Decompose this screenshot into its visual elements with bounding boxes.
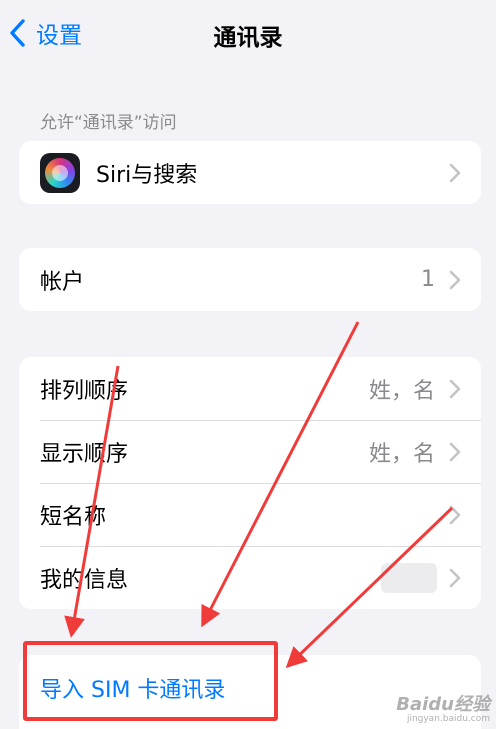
import-sim-contacts-row[interactable]: 导入 SIM 卡通讯录 bbox=[19, 655, 481, 721]
chevron-right-icon bbox=[449, 163, 461, 182]
chevron-right-icon bbox=[449, 379, 461, 398]
siri-search-row[interactable]: Siri与搜索 bbox=[19, 141, 481, 204]
display-settings-group: 排列顺序 姓，名 显示顺序 姓，名 短名称 我的信息 bbox=[19, 357, 481, 609]
contacts-settings-screen: 设置 通讯录 允许“通讯录”访问 Siri与搜索 帐户 1 排列顺序 姓，名 显… bbox=[0, 0, 496, 729]
accounts-row[interactable]: 帐户 1 bbox=[19, 248, 481, 311]
siri-search-label: Siri与搜索 bbox=[96, 162, 198, 188]
short-name-row[interactable]: 短名称 bbox=[19, 483, 481, 546]
chevron-right-icon bbox=[449, 505, 461, 524]
page-title: 通讯录 bbox=[213, 25, 283, 51]
my-info-row[interactable]: 我的信息 bbox=[19, 546, 481, 609]
chevron-right-icon bbox=[449, 568, 461, 587]
allow-access-header: 允许“通讯录”访问 bbox=[40, 113, 177, 133]
chevron-right-icon bbox=[449, 442, 461, 461]
siri-icon bbox=[40, 152, 80, 193]
redacted-name bbox=[381, 563, 437, 593]
navigation-bar: 设置 通讯录 bbox=[0, 0, 496, 66]
short-name-label: 短名称 bbox=[40, 504, 107, 530]
chevron-right-icon bbox=[449, 270, 461, 289]
import-sim-contacts-link[interactable]: 导入 SIM 卡通讯录 bbox=[40, 672, 225, 704]
accounts-count: 1 bbox=[421, 267, 435, 292]
display-order-value: 姓，名 bbox=[368, 441, 435, 467]
import-group: 导入 SIM 卡通讯录 bbox=[19, 655, 481, 729]
my-info-label: 我的信息 bbox=[40, 567, 129, 593]
accounts-label: 帐户 bbox=[40, 269, 85, 295]
display-order-row[interactable]: 显示顺序 姓，名 bbox=[19, 420, 481, 483]
display-order-label: 显示顺序 bbox=[40, 441, 129, 467]
sort-order-label: 排列顺序 bbox=[40, 378, 129, 404]
allow-access-group: Siri与搜索 bbox=[19, 141, 481, 204]
accounts-group: 帐户 1 bbox=[19, 248, 481, 311]
sort-order-value: 姓，名 bbox=[368, 378, 435, 404]
sort-order-row[interactable]: 排列顺序 姓，名 bbox=[19, 357, 481, 420]
